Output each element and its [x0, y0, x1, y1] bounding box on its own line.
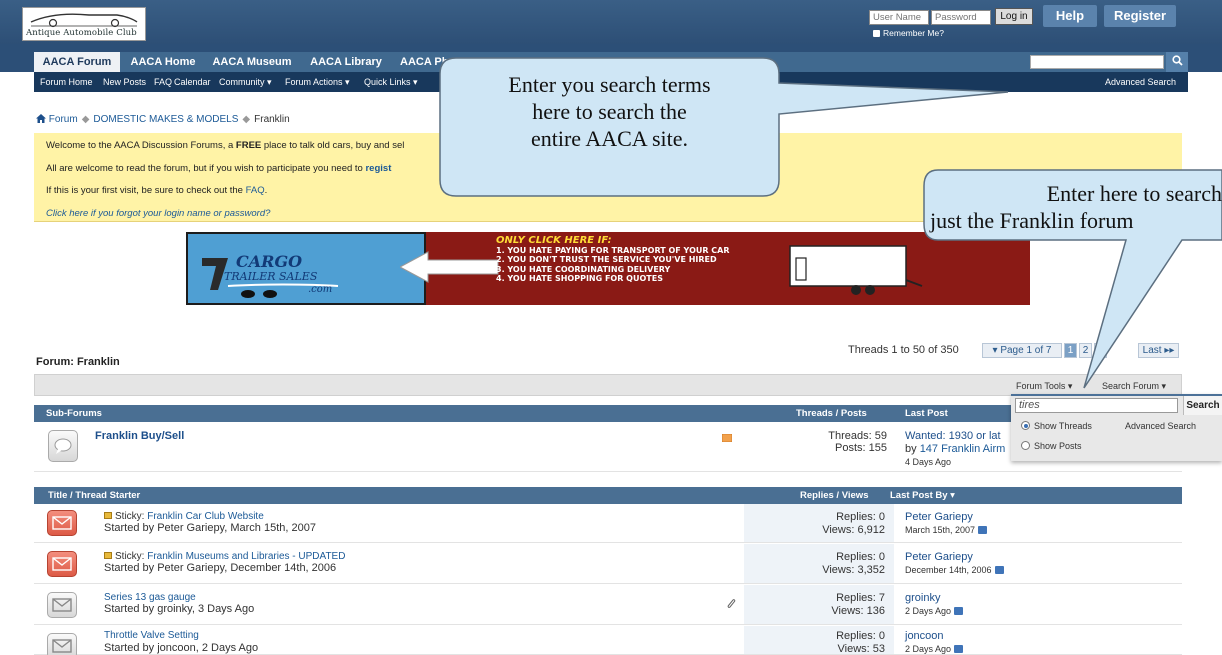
site-search-callout-text: Enter you search terms here to search th… — [442, 71, 777, 152]
callout-line: entire AACA site. — [530, 126, 689, 151]
forum-search-callout-clip: Enter here to search just the Franklin f… — [926, 180, 1222, 238]
callout-line: here to search the — [532, 99, 687, 124]
callout-line: Enter here to search — [1046, 181, 1222, 206]
callout-line: Enter you search terms — [508, 72, 711, 97]
forum-search-callout-text: Enter here to search just the Franklin f… — [926, 180, 1222, 234]
callout-line: just the Franklin forum — [930, 208, 1134, 233]
